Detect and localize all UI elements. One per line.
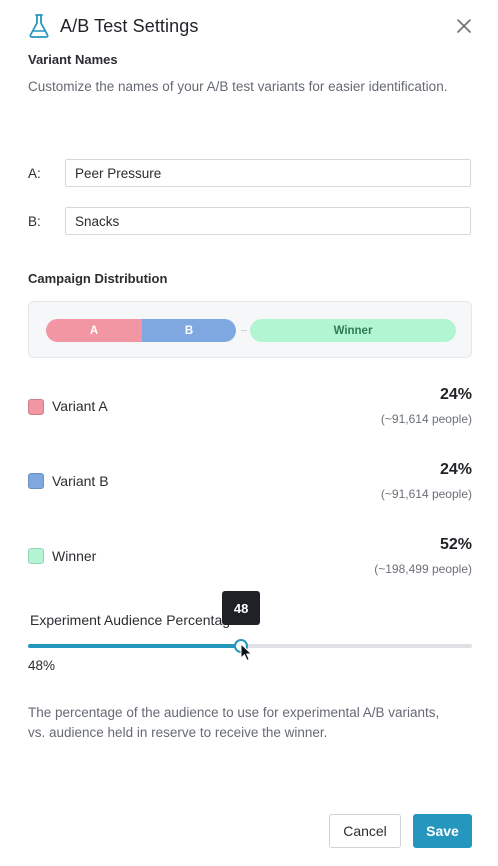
distribution-segment-a: A: [46, 319, 142, 342]
close-icon[interactable]: [454, 16, 474, 36]
mouse-pointer-icon: [240, 642, 254, 663]
ab-test-settings-dialog: A/B Test Settings Variant Names Customiz…: [0, 0, 498, 866]
variant-b-name: Variant B: [52, 473, 109, 489]
variant-a-percent: 24%: [439, 386, 472, 403]
variant-a-swatch: [28, 399, 44, 415]
variant-names-heading: Variant Names: [28, 52, 118, 67]
winner-breakdown: Winner 52% (~198,499 people): [28, 536, 472, 586]
variant-names-description: Customize the names of your A/B test var…: [28, 79, 448, 94]
variant-a-row: A:: [28, 159, 471, 187]
slider-value-text: 48%: [28, 658, 56, 673]
distribution-bar-container: A B Winner: [28, 301, 472, 358]
variant-a-label: A:: [28, 165, 41, 181]
winner-percent: 52%: [439, 536, 472, 553]
variant-a-name: Variant A: [52, 398, 108, 414]
distribution-divider: [241, 330, 247, 331]
variant-b-people: (~91,614 people): [380, 487, 472, 501]
dialog-title: A/B Test Settings: [60, 15, 199, 36]
winner-people: (~198,499 people): [374, 562, 472, 576]
variant-b-name-input[interactable]: [65, 207, 471, 235]
winner-swatch: [28, 548, 44, 564]
slider-description: The percentage of the audience to use fo…: [28, 705, 440, 740]
variant-b-breakdown: Variant B 24% (~91,614 people): [28, 461, 472, 511]
slider-value-tooltip: 48: [222, 591, 261, 625]
variant-b-label: B:: [28, 213, 41, 229]
variant-a-name-input[interactable]: [65, 159, 471, 187]
experiment-audience-label: Experiment Audience Percentage: [30, 612, 238, 628]
distribution-segment-winner: Winner: [250, 319, 456, 342]
flask-icon: [28, 12, 52, 40]
variant-a-people: (~91,614 people): [380, 412, 472, 426]
save-button[interactable]: Save: [413, 814, 472, 848]
distribution-segment-b: B: [142, 319, 236, 342]
variant-b-percent: 24%: [439, 461, 472, 478]
variant-a-breakdown: Variant A 24% (~91,614 people): [28, 386, 472, 436]
dialog-header: A/B Test Settings: [28, 10, 474, 42]
variant-b-swatch: [28, 473, 44, 489]
cancel-button[interactable]: Cancel: [329, 814, 401, 848]
slider-fill: [28, 644, 242, 648]
campaign-distribution-heading: Campaign Distribution: [28, 271, 168, 286]
variant-b-row: B:: [28, 207, 471, 235]
winner-name: Winner: [52, 548, 97, 564]
